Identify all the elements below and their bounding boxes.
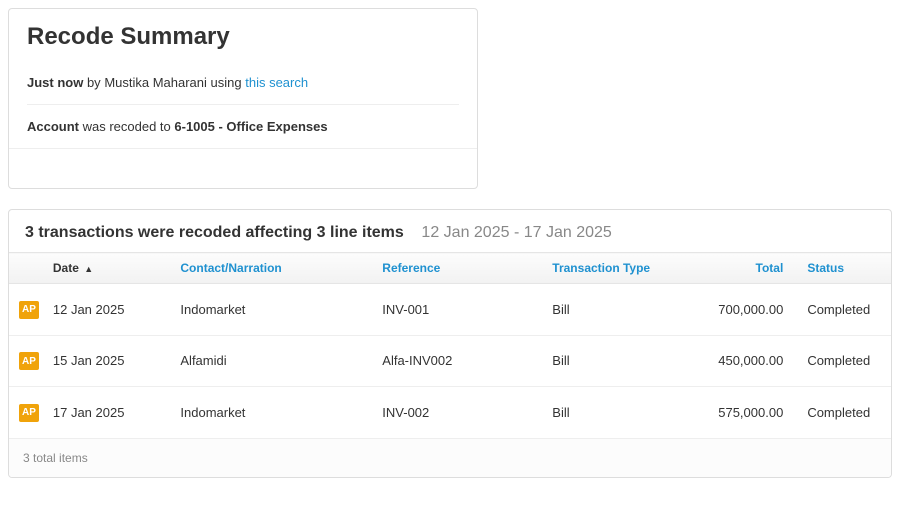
ap-badge-icon: AP xyxy=(19,352,39,370)
cell-contact: Indomarket xyxy=(168,387,370,439)
panel-spacer xyxy=(9,148,477,188)
summary-recoded-to: 6-1005 - Office Expenses xyxy=(174,119,327,134)
summary-search-link[interactable]: this search xyxy=(245,75,308,90)
ap-badge-icon: AP xyxy=(19,301,39,319)
cell-date: 12 Jan 2025 xyxy=(41,284,169,336)
summary-meta: Just now by Mustika Maharani using this … xyxy=(27,61,459,105)
col-type[interactable]: Transaction Type xyxy=(540,253,699,284)
summary-using: using xyxy=(207,75,245,90)
cell-reference: INV-002 xyxy=(370,387,540,439)
cell-contact: Alfamidi xyxy=(168,335,370,387)
summary-user: Mustika Maharani xyxy=(104,75,207,90)
cell-status: Completed xyxy=(795,335,891,387)
cell-total: 700,000.00 xyxy=(700,284,796,336)
col-date[interactable]: Date ▲ xyxy=(41,253,169,284)
col-status[interactable]: Status xyxy=(795,253,891,284)
cell-total: 575,000.00 xyxy=(700,387,796,439)
recode-summary-panel: Recode Summary Just now by Mustika Mahar… xyxy=(8,8,478,189)
summary-account-label: Account xyxy=(27,119,79,134)
summary-account: Account was recoded to 6-1005 - Office E… xyxy=(27,105,459,148)
cell-type: Bill xyxy=(540,335,699,387)
cell-status: Completed xyxy=(795,387,891,439)
table-row[interactable]: AP12 Jan 2025IndomarketINV-001Bill700,00… xyxy=(9,284,891,336)
col-reference[interactable]: Reference xyxy=(370,253,540,284)
page-title: Recode Summary xyxy=(27,23,459,51)
cell-date: 15 Jan 2025 xyxy=(41,335,169,387)
table-row[interactable]: AP17 Jan 2025IndomarketINV-002Bill575,00… xyxy=(9,387,891,439)
summary-recoded-mid: was recoded to xyxy=(79,119,174,134)
cell-type: Bill xyxy=(540,387,699,439)
col-date-label: Date xyxy=(53,261,79,275)
summary-by-prefix: by xyxy=(83,75,104,90)
col-total[interactable]: Total xyxy=(700,253,796,284)
transactions-panel: 3 transactions were recoded affecting 3 … xyxy=(8,209,892,478)
cell-status: Completed xyxy=(795,284,891,336)
cell-reference: Alfa-INV002 xyxy=(370,335,540,387)
col-icon xyxy=(9,253,41,284)
cell-reference: INV-001 xyxy=(370,284,540,336)
transactions-table: Date ▲ Contact/Narration Reference Trans… xyxy=(9,252,891,477)
cell-date: 17 Jan 2025 xyxy=(41,387,169,439)
cell-total: 450,000.00 xyxy=(700,335,796,387)
table-row[interactable]: AP15 Jan 2025AlfamidiAlfa-INV002Bill450,… xyxy=(9,335,891,387)
ap-badge-icon: AP xyxy=(19,404,39,422)
transactions-daterange: 12 Jan 2025 - 17 Jan 2025 xyxy=(421,224,611,241)
cell-contact: Indomarket xyxy=(168,284,370,336)
sort-asc-icon: ▲ xyxy=(84,264,93,274)
col-contact[interactable]: Contact/Narration xyxy=(168,253,370,284)
summary-when: Just now xyxy=(27,75,83,90)
cell-type: Bill xyxy=(540,284,699,336)
transactions-count: 3 transactions were recoded affecting 3 … xyxy=(25,224,404,241)
table-footer: 3 total items xyxy=(9,438,891,477)
